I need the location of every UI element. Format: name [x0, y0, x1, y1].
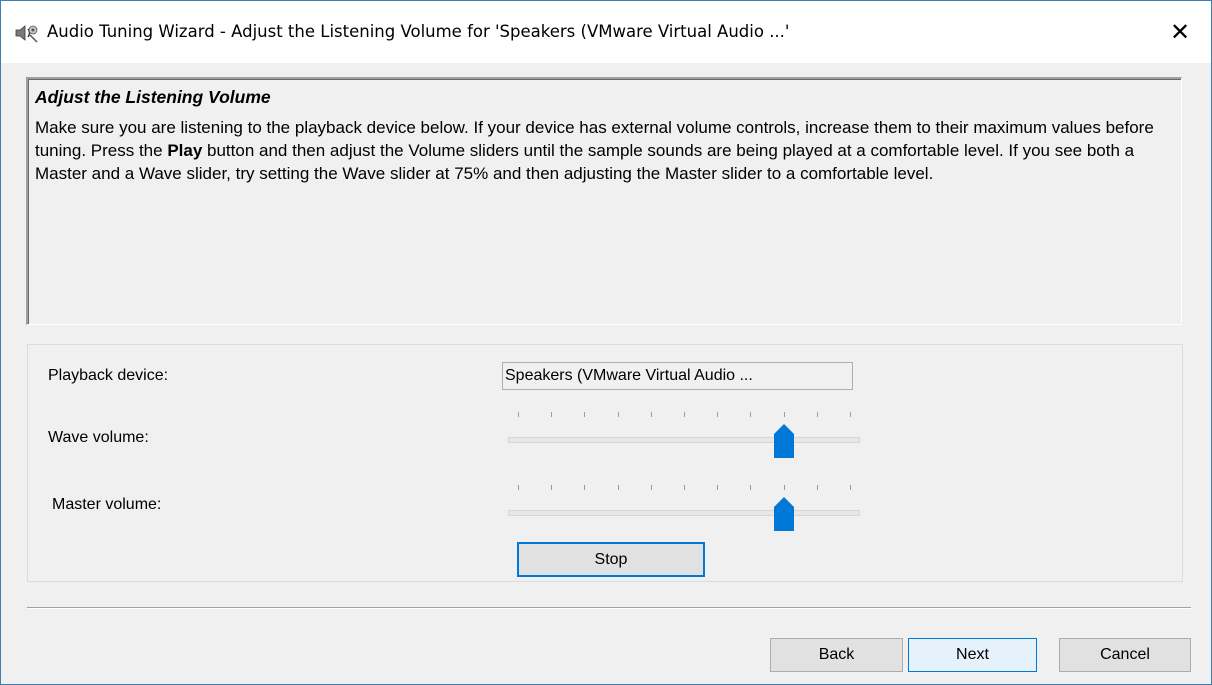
- slider-tick: [684, 485, 685, 490]
- stop-button[interactable]: Stop: [517, 542, 705, 577]
- slider-tick: [551, 485, 553, 490]
- wave-volume-thumb[interactable]: [773, 424, 794, 458]
- master-volume-thumb[interactable]: [773, 497, 794, 531]
- instructions-text-play: Play: [167, 141, 203, 160]
- slider-tick: [650, 485, 652, 490]
- slider-tick: [551, 412, 553, 417]
- slider-tick: [584, 412, 586, 417]
- audio-tuning-wizard-window: Audio Tuning Wizard - Adjust the Listeni…: [0, 0, 1212, 685]
- window-title: Audio Tuning Wizard - Adjust the Listeni…: [47, 22, 790, 41]
- instructions-panel: Adjust the Listening Volume Make sure yo…: [26, 77, 1182, 325]
- footer-separator: [27, 607, 1191, 609]
- slider-tick: [816, 412, 818, 417]
- slider-tick: [584, 485, 586, 490]
- slider-tick: [518, 412, 519, 417]
- title-bar[interactable]: Audio Tuning Wizard - Adjust the Listeni…: [1, 1, 1211, 63]
- close-button[interactable]: ✕: [1149, 1, 1211, 63]
- slider-tick: [650, 412, 652, 417]
- slider-tick: [617, 485, 619, 490]
- playback-device-field: Speakers (VMware Virtual Audio ...: [502, 362, 853, 390]
- master-volume-slider[interactable]: [508, 485, 860, 535]
- slider-tick: [750, 485, 752, 490]
- slider-tick: [617, 412, 619, 417]
- cancel-button[interactable]: Cancel: [1059, 638, 1191, 672]
- slider-tick: [717, 485, 719, 490]
- next-button[interactable]: Next: [908, 638, 1037, 672]
- speaker-icon: [15, 25, 38, 43]
- playback-device-label: Playback device:: [48, 367, 169, 384]
- instructions-heading: Adjust the Listening Volume: [35, 87, 271, 107]
- wave-volume-track: [508, 437, 860, 443]
- instructions-text: Make sure you are listening to the playb…: [35, 116, 1175, 185]
- master-volume-label: Master volume:: [52, 496, 162, 513]
- slider-tick: [850, 485, 851, 490]
- slider-tick: [783, 485, 785, 490]
- slider-tick: [816, 485, 818, 490]
- wave-volume-label: Wave volume:: [48, 429, 149, 446]
- slider-tick: [783, 412, 785, 417]
- slider-tick: [717, 412, 719, 417]
- slider-tick: [850, 412, 851, 417]
- close-icon: ✕: [1169, 18, 1191, 46]
- wave-volume-slider[interactable]: [508, 412, 860, 462]
- back-button[interactable]: Back: [770, 638, 903, 672]
- slider-tick: [518, 485, 519, 490]
- master-volume-track: [508, 510, 860, 516]
- slider-tick: [750, 412, 752, 417]
- slider-tick: [684, 412, 685, 417]
